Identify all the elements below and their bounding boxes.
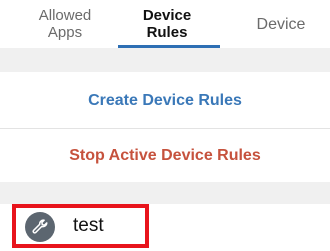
tab-device[interactable]: Device xyxy=(236,0,326,48)
stop-active-device-rules-label: Stop Active Device Rules xyxy=(69,147,261,164)
create-device-rules-button[interactable]: Create Device Rules xyxy=(0,75,330,127)
tab-device-rules-line2: Rules xyxy=(146,24,188,41)
tab-allowed-apps-line2: Apps xyxy=(47,24,83,41)
section-spacer-2 xyxy=(0,182,330,204)
tab-bar: Allowed Apps Device Rules Device xyxy=(0,0,330,48)
divider xyxy=(0,128,330,129)
stop-active-device-rules-button[interactable]: Stop Active Device Rules xyxy=(0,130,330,182)
highlight-box xyxy=(12,204,149,248)
section-spacer xyxy=(0,48,330,72)
tab-device-rules-line1: Device xyxy=(142,7,192,24)
tab-allowed-apps-line1: Allowed xyxy=(38,7,92,24)
tab-device-rules[interactable]: Device Rules xyxy=(118,0,216,48)
tab-device-line1: Device xyxy=(256,15,306,33)
tab-allowed-apps[interactable]: Allowed Apps xyxy=(22,0,108,48)
create-device-rules-label: Create Device Rules xyxy=(88,92,242,109)
